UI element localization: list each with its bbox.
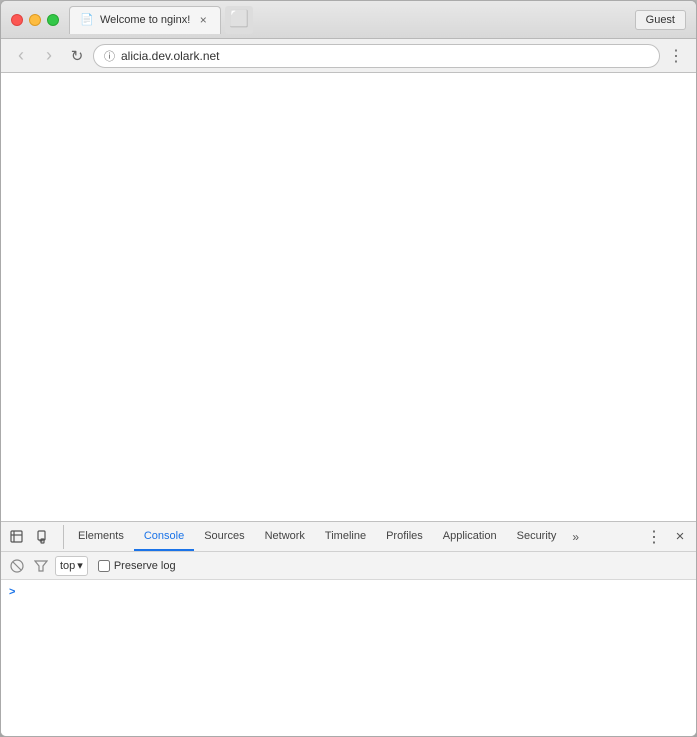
forward-button[interactable]: › [37, 44, 61, 68]
tab-profiles[interactable]: Profiles [376, 522, 433, 551]
devtools-left-icons [5, 525, 64, 549]
address-bar-container[interactable]: ⓘ [93, 44, 660, 68]
guest-button[interactable]: Guest [635, 10, 686, 30]
devtools-toolbar: Elements Console Sources Network Timelin… [1, 522, 696, 552]
console-toolbar: top ▾ Preserve log [1, 552, 696, 580]
preserve-log-label: Preserve log [114, 560, 176, 572]
device-mode-button[interactable] [31, 525, 55, 549]
new-tab-icon: ⬜ [229, 12, 249, 28]
console-content[interactable]: > [1, 580, 696, 736]
nav-bar: ‹ › ↻ ⓘ ⋮ [1, 39, 696, 73]
back-button[interactable]: ‹ [9, 44, 33, 68]
tab-close-icon[interactable]: × [196, 13, 210, 27]
tab-network[interactable]: Network [255, 522, 315, 551]
filter-console-button[interactable] [31, 556, 51, 576]
devtools-panel: Elements Console Sources Network Timelin… [1, 521, 696, 736]
preserve-log-checkbox[interactable] [98, 560, 110, 572]
context-dropdown-arrow: ▾ [77, 559, 83, 572]
clear-console-button[interactable] [7, 556, 27, 576]
maximize-button[interactable] [47, 14, 59, 26]
tab-console[interactable]: Console [134, 522, 194, 551]
context-value: top [60, 560, 75, 572]
tab-sources[interactable]: Sources [194, 522, 254, 551]
tab-application[interactable]: Application [433, 522, 507, 551]
browser-menu-button[interactable]: ⋮ [664, 44, 688, 68]
context-selector[interactable]: top ▾ [55, 556, 88, 576]
tab-favicon-icon: 📄 [80, 13, 94, 27]
secure-icon: ⓘ [104, 48, 115, 64]
close-button[interactable] [11, 14, 23, 26]
address-input[interactable] [121, 49, 649, 63]
page-content [1, 73, 696, 521]
traffic-lights [11, 14, 59, 26]
devtools-tabs: Elements Console Sources Network Timelin… [68, 522, 642, 551]
devtools-more-button[interactable]: ⋮ [642, 525, 666, 549]
browser-window: 📄 Welcome to nginx! × ⬜ Guest ‹ › ↻ ⓘ ⋮ [0, 0, 697, 737]
console-prompt-line[interactable]: > [9, 584, 688, 600]
title-bar: 📄 Welcome to nginx! × ⬜ Guest [1, 1, 696, 39]
tab-title: Welcome to nginx! [100, 14, 190, 26]
tab-security[interactable]: Security [507, 522, 567, 551]
browser-tab[interactable]: 📄 Welcome to nginx! × [69, 6, 221, 34]
tabs-area: 📄 Welcome to nginx! × ⬜ [69, 6, 686, 34]
tab-timeline[interactable]: Timeline [315, 522, 376, 551]
console-prompt-symbol: > [9, 586, 15, 598]
more-tabs-button[interactable]: » [566, 522, 585, 551]
reload-button[interactable]: ↻ [65, 44, 89, 68]
devtools-actions: ⋮ × [642, 525, 692, 549]
new-tab-button[interactable]: ⬜ [225, 6, 253, 34]
inspect-element-button[interactable] [5, 525, 29, 549]
devtools-close-button[interactable]: × [668, 525, 692, 549]
tab-elements[interactable]: Elements [68, 522, 134, 551]
minimize-button[interactable] [29, 14, 41, 26]
preserve-log-container: Preserve log [98, 560, 176, 572]
